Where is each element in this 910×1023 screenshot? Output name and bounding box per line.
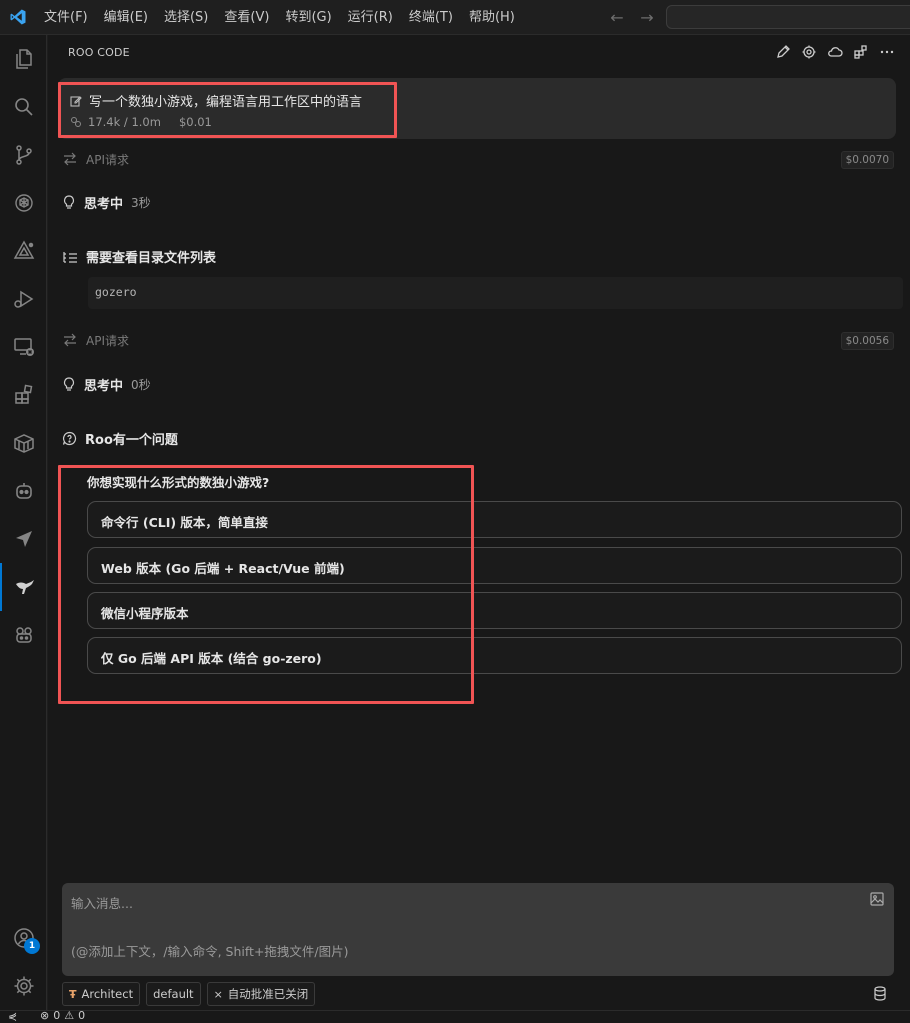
lightbulb-icon xyxy=(63,376,75,391)
back-arrow-icon[interactable]: ← xyxy=(606,8,628,27)
api-request-cost: $0.0056 xyxy=(840,332,894,350)
roo-code-kangaroo-icon[interactable] xyxy=(0,563,47,611)
new-task-pencil-icon[interactable] xyxy=(774,43,792,61)
menu-terminal[interactable]: 终端(T) xyxy=(401,0,461,35)
command-center-search[interactable] xyxy=(666,5,910,29)
menu-run[interactable]: 运行(R) xyxy=(340,0,401,35)
send-plane-icon[interactable] xyxy=(0,515,47,563)
list-directory-label: 需要查看目录文件列表 xyxy=(86,251,217,266)
menu-edit[interactable]: 编辑(E) xyxy=(96,0,156,35)
thinking-row[interactable]: 思考中 0秒 xyxy=(62,375,151,394)
panel-title: ROO CODE xyxy=(68,46,130,59)
activity-bar: 1 xyxy=(0,35,47,1010)
directory-path-block[interactable]: gozero xyxy=(88,277,903,309)
list-directory-row: 需要查看目录文件列表 xyxy=(62,247,216,266)
error-icon: ⊗ xyxy=(40,1009,50,1022)
config-label: default xyxy=(153,987,194,1001)
ai-assistant-icon[interactable] xyxy=(0,179,47,227)
accounts-badge: 1 xyxy=(24,938,40,954)
api-request-row[interactable]: API请求 $0.0056 xyxy=(62,332,902,350)
container-box-icon[interactable] xyxy=(0,419,47,467)
question-header: Roo有一个问题 xyxy=(62,429,178,448)
thinking-time: 3秒 xyxy=(131,196,151,210)
status-bar: ⋞ ⊗ 0 ⚠ 0 xyxy=(0,1009,910,1023)
api-request-label: API请求 xyxy=(86,152,129,167)
remote-indicator-icon[interactable]: ⋞ xyxy=(8,1010,17,1023)
forward-arrow-icon[interactable]: → xyxy=(636,8,658,27)
menu-bar: 文件(F) 编辑(E) 选择(S) 查看(V) 转到(G) 运行(R) 终端(T… xyxy=(36,0,523,35)
copilot-bot-icon[interactable] xyxy=(0,467,47,515)
menu-file[interactable]: 文件(F) xyxy=(36,0,96,35)
chat-input-hint: (@添加上下文，/输入命令, Shift+拖拽文件/图片) xyxy=(71,944,349,959)
api-request-row[interactable]: API请求 $0.0070 xyxy=(62,151,902,169)
settings-gear-icon[interactable] xyxy=(800,43,818,61)
more-actions-icon[interactable] xyxy=(878,43,896,61)
menu-go[interactable]: 转到(G) xyxy=(277,0,339,35)
menu-view[interactable]: 查看(V) xyxy=(216,0,277,35)
api-request-label: API请求 xyxy=(86,333,129,348)
auto-approve-toggle[interactable]: × 自动批准已关闭 xyxy=(206,982,316,1006)
warning-count: 0 xyxy=(78,1009,86,1022)
mode-label: Architect xyxy=(81,987,134,1001)
explorer-icon[interactable] xyxy=(0,35,47,83)
auto-approve-label: 自动批准已关闭 xyxy=(227,987,309,1001)
highlight-box-options xyxy=(58,465,474,704)
api-arrows-icon xyxy=(64,152,76,166)
chat-input-placeholder: 输入消息... xyxy=(71,896,133,911)
list-files-icon xyxy=(63,251,77,263)
error-count: 0 xyxy=(53,1009,61,1022)
lightbulb-icon xyxy=(63,194,75,209)
extension-triangle-icon[interactable] xyxy=(0,227,47,275)
thinking-label: 思考中 xyxy=(84,197,124,212)
nav-arrows: ← → xyxy=(606,0,658,35)
add-image-icon[interactable] xyxy=(869,891,885,907)
architect-icon: Ŧ xyxy=(69,987,77,1001)
mode-selector[interactable]: Ŧ Architect xyxy=(62,982,141,1006)
thinking-label: 思考中 xyxy=(84,379,124,394)
extensions-icon[interactable] xyxy=(0,371,47,419)
manage-gear-icon[interactable] xyxy=(0,962,47,1010)
cline-icon[interactable] xyxy=(0,611,47,659)
chat-input[interactable]: 输入消息... (@添加上下文，/输入命令, Shift+拖拽文件/图片) xyxy=(62,883,894,976)
directory-path: gozero xyxy=(95,285,137,299)
thinking-time: 0秒 xyxy=(131,378,151,392)
menu-help[interactable]: 帮助(H) xyxy=(461,0,523,35)
config-selector[interactable]: default xyxy=(146,982,201,1006)
run-debug-icon[interactable] xyxy=(0,275,47,323)
remote-explorer-icon[interactable] xyxy=(0,323,47,371)
question-header-label: Roo有一个问题 xyxy=(85,433,178,448)
search-icon[interactable] xyxy=(0,83,47,131)
api-request-cost: $0.0070 xyxy=(840,151,894,169)
close-icon: × xyxy=(213,987,223,1001)
cloud-icon[interactable] xyxy=(826,43,844,61)
database-icon[interactable] xyxy=(872,985,890,1003)
marketplace-icon[interactable] xyxy=(852,43,870,61)
problems-indicator[interactable]: ⊗ 0 ⚠ 0 xyxy=(40,1009,85,1022)
composer-chips: Ŧ Architect default × 自动批准已关闭 xyxy=(62,982,316,1006)
warning-icon: ⚠ xyxy=(64,1009,75,1022)
panel-header: ROO CODE xyxy=(48,35,910,70)
vscode-logo-icon xyxy=(0,0,36,35)
menu-selection[interactable]: 选择(S) xyxy=(156,0,216,35)
title-bar: 文件(F) 编辑(E) 选择(S) 查看(V) 转到(G) 运行(R) 终端(T… xyxy=(0,0,910,35)
thinking-row[interactable]: 思考中 3秒 xyxy=(62,193,151,212)
roo-code-panel: ROO CODE 写一个数独小游戏，编程语言用工作区中的语言 17.4k / 1… xyxy=(48,35,910,1010)
api-arrows-icon xyxy=(64,333,76,347)
accounts-icon[interactable]: 1 xyxy=(0,914,47,962)
highlight-box-task xyxy=(58,82,397,138)
question-bubble-icon xyxy=(62,431,77,446)
source-control-icon[interactable] xyxy=(0,131,47,179)
panel-header-actions xyxy=(774,43,896,61)
